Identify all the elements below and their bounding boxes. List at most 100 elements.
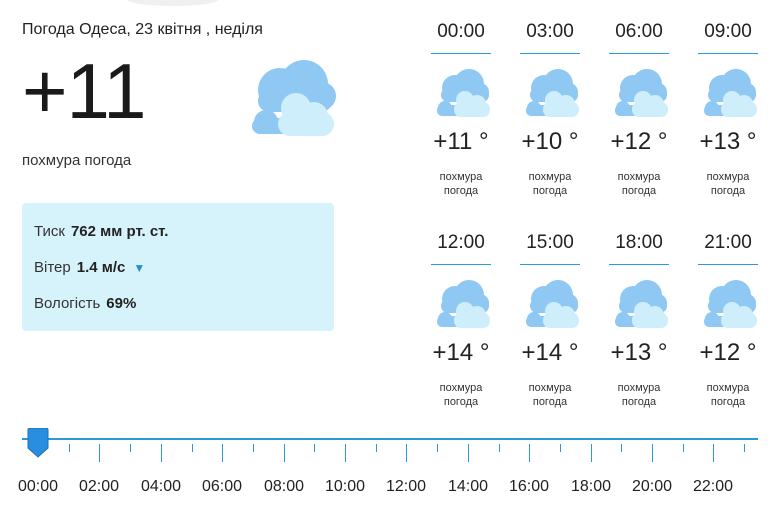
cloudy-icon xyxy=(433,66,491,118)
hourly-time: 09:00 xyxy=(704,21,752,42)
timeline-label[interactable]: 02:00 xyxy=(69,478,129,496)
cloudy-icon xyxy=(252,60,336,136)
hourly-time: 12:00 xyxy=(437,232,485,253)
timeline-label[interactable]: 00:00 xyxy=(8,478,68,496)
hourly-slot: 15:00 +14 ° похмура погода xyxy=(520,231,580,408)
timeline-tick xyxy=(499,444,500,452)
timeline-label[interactable]: 06:00 xyxy=(192,478,252,496)
hourly-condition-line1: похмура xyxy=(706,382,750,394)
timeline-label[interactable]: 14:00 xyxy=(438,478,498,496)
hourly-temperature: +12 ° xyxy=(699,339,757,366)
cloudy-icon xyxy=(700,66,758,118)
hourly-time: 00:00 xyxy=(437,21,485,42)
humidity-row: Вологість 69% xyxy=(34,295,136,312)
hourly-time: 18:00 xyxy=(615,232,663,253)
hourly-temperature: +11 ° xyxy=(433,128,489,155)
hourly-slot: 03:00 +10 ° похмура погода xyxy=(520,20,580,197)
hourly-temperature: +10 ° xyxy=(521,128,579,155)
cloudy-icon xyxy=(700,277,758,329)
timeline-label[interactable]: 16:00 xyxy=(499,478,559,496)
wind-label: Вітер xyxy=(34,259,71,276)
wind-value: 1.4 м/с xyxy=(76,259,126,276)
hourly-underline xyxy=(520,53,580,54)
hourly-condition-line2: погода xyxy=(710,185,746,197)
hourly-condition-line2: погода xyxy=(621,396,657,408)
timeline-label[interactable]: 20:00 xyxy=(622,478,682,496)
cloudy-icon xyxy=(433,277,491,329)
current-temperature: +11 xyxy=(22,47,147,135)
hourly-condition: похмура погода xyxy=(421,381,501,409)
hourly-condition-line2: погода xyxy=(443,185,479,197)
hourly-condition-line1: похмура xyxy=(528,382,572,394)
timeline-tick xyxy=(713,444,714,462)
weather-details-panel: Тиск 762 мм рт. ст. Вітер 1.4 м/с ▼ Вологіс… xyxy=(22,203,334,331)
wind-row: Вітер 1.4 м/с ▼ xyxy=(34,259,145,276)
timeline-tick xyxy=(621,444,622,452)
timeline-handle[interactable] xyxy=(27,428,49,458)
humidity-label: Вологість xyxy=(34,295,101,312)
hourly-underline xyxy=(609,53,669,54)
hourly-condition-line1: похмура xyxy=(617,171,661,183)
current-description: похмура погода xyxy=(22,152,132,169)
hourly-slot: 12:00 +14 ° похмура погода xyxy=(431,231,491,408)
timeline-tick xyxy=(222,444,223,462)
hourly-temperature: +13 ° xyxy=(699,128,757,155)
timeline-tick xyxy=(468,444,469,462)
hourly-underline xyxy=(520,264,580,265)
hourly-underline xyxy=(698,53,758,54)
timeline-tick xyxy=(130,444,131,452)
timeline-tick xyxy=(560,444,561,452)
hourly-slot: 00:00 +11 ° похмура погода xyxy=(431,20,491,197)
hourly-temperature: +12 ° xyxy=(610,128,668,155)
hourly-temperature: +14 ° xyxy=(521,339,579,366)
hourly-time: 03:00 xyxy=(526,21,574,42)
timeline-track[interactable] xyxy=(22,438,758,440)
pressure-label: Тиск xyxy=(34,223,65,240)
wind-direction-icon: ▼ xyxy=(133,261,146,275)
cloudy-icon xyxy=(522,277,580,329)
hourly-condition: похмура погода xyxy=(688,170,768,198)
hourly-condition: похмура погода xyxy=(688,381,768,409)
timeline-tick xyxy=(69,444,70,452)
cloudy-icon xyxy=(611,66,669,118)
hourly-condition-line1: похмура xyxy=(617,382,661,394)
hourly-condition-line2: погода xyxy=(532,185,568,197)
hourly-condition-line1: похмура xyxy=(439,382,483,394)
cloudy-icon xyxy=(522,66,580,118)
timeline-label[interactable]: 10:00 xyxy=(315,478,375,496)
timeline-label[interactable]: 22:00 xyxy=(683,478,743,496)
humidity-value: 69% xyxy=(106,295,137,312)
cloudy-icon xyxy=(611,277,669,329)
hourly-slot: 18:00 +13 ° похмура погода xyxy=(609,231,669,408)
timeline-label[interactable]: 12:00 xyxy=(376,478,436,496)
timeline-tick xyxy=(345,444,346,462)
hourly-condition-line2: погода xyxy=(532,396,568,408)
timeline-tick xyxy=(253,444,254,452)
timeline-tick xyxy=(314,444,315,452)
hourly-condition: похмура погода xyxy=(421,170,501,198)
timeline-tick xyxy=(591,444,592,462)
timeline-tick xyxy=(284,444,285,462)
hourly-underline xyxy=(609,264,669,265)
timeline-label[interactable]: 08:00 xyxy=(254,478,314,496)
timeline-label[interactable]: 18:00 xyxy=(561,478,621,496)
hourly-underline xyxy=(431,264,491,265)
hourly-slot: 06:00 +12 ° похмура погода xyxy=(609,20,669,197)
hourly-condition: похмура погода xyxy=(599,381,679,409)
hourly-condition-line2: погода xyxy=(710,396,746,408)
hourly-condition-line1: похмура xyxy=(706,171,750,183)
hourly-condition-line2: погода xyxy=(443,396,479,408)
timeline-tick xyxy=(744,444,745,452)
hourly-underline xyxy=(431,53,491,54)
timeline-label[interactable]: 04:00 xyxy=(131,478,191,496)
hourly-temperature: +13 ° xyxy=(610,339,668,366)
timeline-tick xyxy=(683,444,684,452)
pressure-value: 762 мм рт. ст. xyxy=(70,223,169,240)
hourly-condition: похмура погода xyxy=(510,170,590,198)
timeline-tick xyxy=(192,444,193,452)
timeline-tick xyxy=(161,444,162,462)
pressure-row: Тиск 762 мм рт. ст. xyxy=(34,223,168,240)
hourly-condition-line1: похмура xyxy=(439,171,483,183)
hourly-condition-line2: погода xyxy=(621,185,657,197)
hourly-condition: похмура погода xyxy=(510,381,590,409)
